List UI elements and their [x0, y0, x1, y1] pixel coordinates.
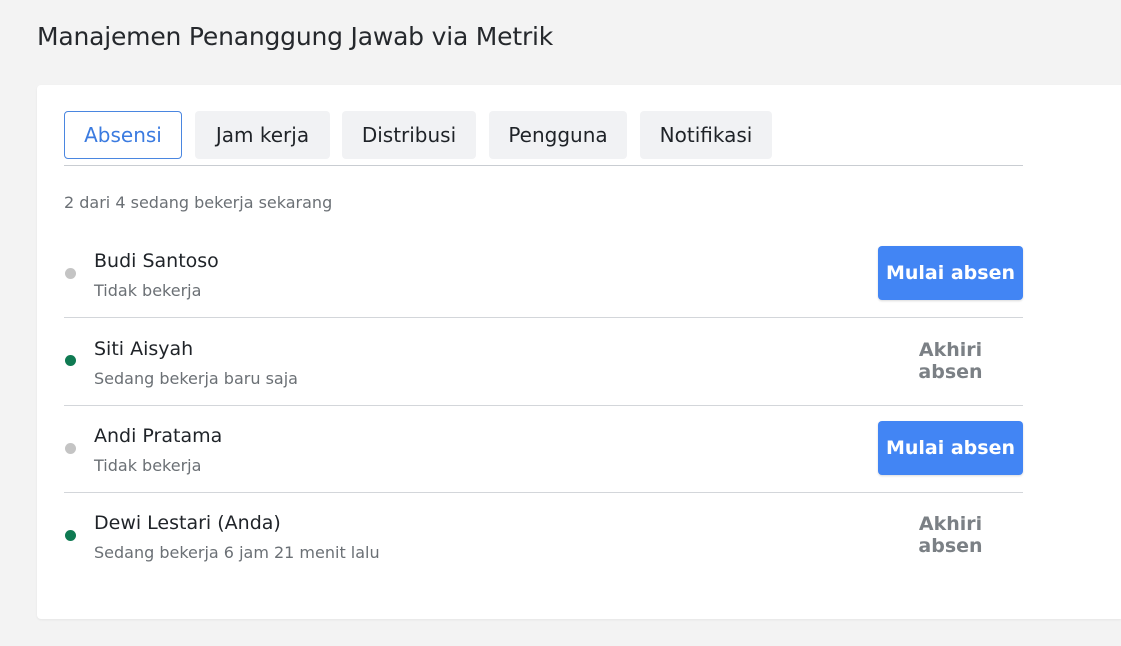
status-dot	[65, 355, 76, 366]
tab-notifikasi[interactable]: Notifikasi	[640, 111, 772, 159]
user-status: Tidak bekerja	[94, 281, 202, 300]
tab-jam-kerja[interactable]: Jam kerja	[195, 111, 330, 159]
end-attendance-button[interactable]: Akhiri absen	[878, 334, 1023, 388]
user-status: Tidak bekerja	[94, 456, 202, 475]
user-row: Andi Pratama Tidak bekerja Mulai absen	[64, 405, 1023, 493]
user-row: Siti Aisyah Sedang bekerja baru saja Akh…	[64, 318, 1023, 406]
status-dot	[65, 530, 76, 541]
working-summary: 2 dari 4 sedang bekerja sekarang	[64, 193, 333, 212]
user-row: Dewi Lestari (Anda) Sedang bekerja 6 jam…	[64, 492, 1023, 580]
status-dot	[65, 268, 76, 279]
user-name: Budi Santoso	[94, 250, 219, 272]
user-name: Dewi Lestari (Anda)	[94, 512, 281, 534]
user-status: Sedang bekerja 6 jam 21 menit lalu	[94, 543, 380, 562]
user-name: Andi Pratama	[94, 425, 223, 447]
tab-bar: Absensi Jam kerja Distribusi Pengguna No…	[64, 111, 1023, 166]
attendance-card: Absensi Jam kerja Distribusi Pengguna No…	[37, 85, 1121, 619]
tab-distribusi[interactable]: Distribusi	[342, 111, 476, 159]
user-status: Sedang bekerja baru saja	[94, 369, 298, 388]
end-attendance-button[interactable]: Akhiri absen	[878, 508, 1023, 562]
tab-absensi[interactable]: Absensi	[64, 111, 182, 159]
user-name: Siti Aisyah	[94, 338, 194, 360]
start-attendance-button[interactable]: Mulai absen	[878, 246, 1023, 300]
status-dot	[65, 443, 76, 454]
start-attendance-button[interactable]: Mulai absen	[878, 421, 1023, 475]
tab-pengguna[interactable]: Pengguna	[489, 111, 627, 159]
page-title: Manajemen Penanggung Jawab via Metrik	[37, 22, 554, 51]
user-row: Budi Santoso Tidak bekerja Mulai absen	[64, 230, 1023, 318]
